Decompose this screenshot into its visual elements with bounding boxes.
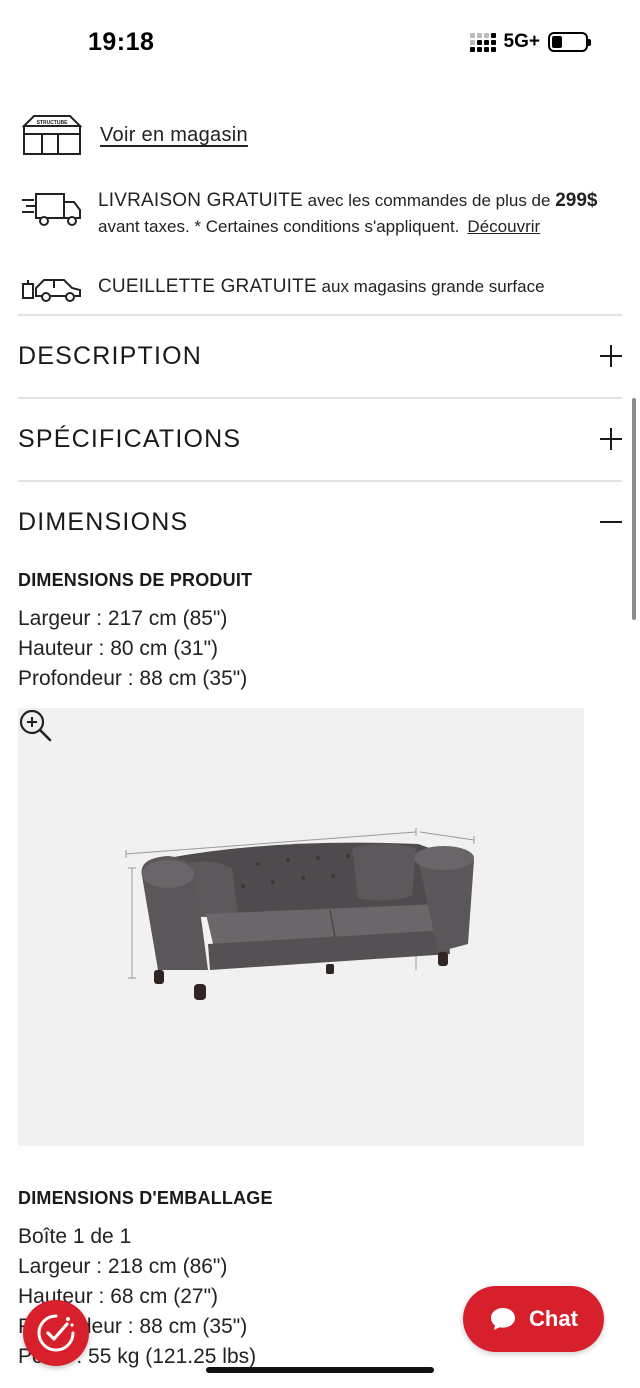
sofa-illustration <box>125 828 475 1000</box>
consent-button[interactable] <box>23 1300 89 1366</box>
scrollbar[interactable] <box>632 398 636 620</box>
divider <box>18 480 622 482</box>
product-width: Largeur : 217 cm (85") <box>18 607 228 630</box>
accordion-description-title: DESCRIPTION <box>18 341 203 370</box>
status-bar: 19:18 5G+ <box>0 0 640 90</box>
packaging-width: Largeur : 218 cm (86") <box>18 1255 228 1278</box>
packaging-dimensions-heading: DIMENSIONS D'EMBALLAGE <box>18 1188 273 1208</box>
product-depth: Profondeur : 88 cm (35") <box>18 667 248 690</box>
accordion-dimensions[interactable]: DIMENSIONS <box>18 497 622 547</box>
chat-label: Chat <box>529 1306 578 1331</box>
pickup-car-icon <box>22 279 81 302</box>
delivery-amount: 299$ <box>555 190 598 211</box>
pickup-row: CUEILLETTE GRATUITE aux magasins grande … <box>20 266 545 310</box>
battery-icon <box>548 32 591 52</box>
product-dimension-image[interactable] <box>18 708 584 1146</box>
delivery-truck-icon <box>22 193 81 226</box>
accordion-specifications-title: SPÉCIFICATIONS <box>18 424 242 453</box>
delivery-text: avec les commandes de plus de <box>302 191 556 210</box>
view-in-store-link[interactable]: Voir en magasin <box>100 124 248 146</box>
packaging-box: Boîte 1 de 1 <box>18 1225 132 1248</box>
chat-button[interactable]: Chat <box>463 1286 604 1352</box>
status-indicators: 5G+ <box>469 31 591 53</box>
plus-icon <box>600 428 622 450</box>
pickup-text: aux magasins grande surface <box>316 277 545 296</box>
accordion-dimensions-title: DIMENSIONS <box>18 507 189 536</box>
store-row: STRUCTUBE Voir en magasin <box>20 114 248 158</box>
free-delivery-label: LIVRAISON GRATUITE <box>98 190 303 211</box>
plus-icon <box>600 345 622 367</box>
product-height: Hauteur : 80 cm (31") <box>18 637 219 660</box>
discover-link[interactable]: Découvrir <box>467 217 540 236</box>
consent-icon <box>37 1314 75 1352</box>
divider <box>18 314 622 316</box>
delivery-row: LIVRAISON GRATUITE avec les commandes de… <box>20 188 597 240</box>
product-dimensions-heading: DIMENSIONS DE PRODUIT <box>18 570 253 590</box>
chat-bubble-icon <box>491 1308 516 1330</box>
minus-icon <box>600 511 622 533</box>
accordion-specifications[interactable]: SPÉCIFICATIONS <box>18 414 622 464</box>
accordion-description[interactable]: DESCRIPTION <box>18 331 622 381</box>
network-label: 5G+ <box>503 31 540 52</box>
status-time: 19:18 <box>88 28 155 56</box>
signal-icon <box>469 32 496 52</box>
home-indicator <box>206 1367 434 1373</box>
delivery-conditions: avant taxes. * Certaines conditions s'ap… <box>98 217 460 236</box>
store-icon-label: STRUCTUBE <box>37 120 68 126</box>
divider <box>18 397 622 399</box>
free-pickup-label: CUEILLETTE GRATUITE <box>98 276 317 297</box>
store-icon: STRUCTUBE <box>21 115 83 155</box>
product-dimensions-list: Largeur : 217 cm (85") Hauteur : 80 cm (… <box>18 604 247 694</box>
zoom-in-icon[interactable] <box>18 708 52 742</box>
